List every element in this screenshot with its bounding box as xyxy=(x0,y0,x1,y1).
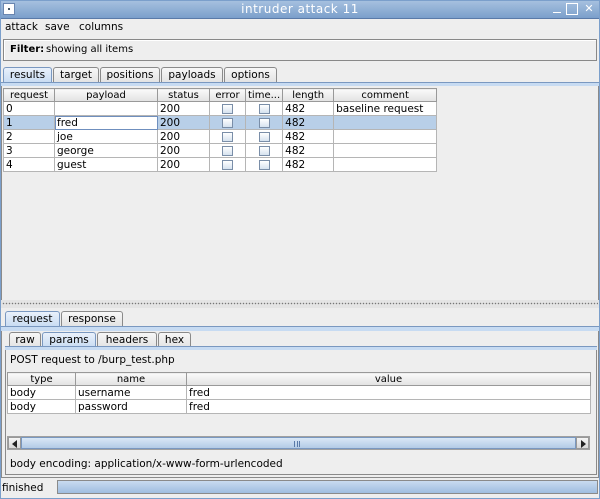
status-text: finished xyxy=(2,482,44,494)
cell-length: 482 xyxy=(282,129,335,144)
col-comment[interactable]: comment xyxy=(333,88,438,102)
window-title: intruder attack 11 xyxy=(241,2,359,16)
col-type[interactable]: type xyxy=(7,372,76,386)
cell-status: 200 xyxy=(157,157,210,172)
menu-attack[interactable]: attack xyxy=(5,21,38,33)
scroll-right-icon[interactable] xyxy=(576,437,589,449)
cell-payload: fred xyxy=(54,115,158,130)
tab-request[interactable]: request xyxy=(5,311,60,327)
tab-results[interactable]: results xyxy=(3,67,52,83)
timeout-checkbox[interactable] xyxy=(258,131,270,142)
param-name: password xyxy=(75,399,187,414)
cell-request: 4 xyxy=(3,157,55,172)
col-value[interactable]: value xyxy=(186,372,591,386)
cell-status: 200 xyxy=(157,143,210,158)
cell-payload: george xyxy=(54,143,158,158)
maximize-icon[interactable] xyxy=(566,3,578,15)
cell-payload xyxy=(54,101,158,116)
close-icon[interactable]: ✕ xyxy=(582,2,596,16)
table-row[interactable]: body password fred xyxy=(7,399,591,414)
cell-length: 482 xyxy=(282,115,335,130)
param-value[interactable]: fred xyxy=(186,399,591,414)
table-row[interactable]: 0 200 482 baseline request xyxy=(3,101,438,116)
status-bar: finished xyxy=(0,478,600,499)
col-payload[interactable]: payload xyxy=(54,88,158,102)
table-row-selected[interactable]: 1 fred 200 482 xyxy=(3,115,438,130)
param-type: body xyxy=(7,399,76,414)
param-type: body xyxy=(7,385,76,400)
timeout-checkbox[interactable] xyxy=(258,117,270,128)
cell-length: 482 xyxy=(282,157,335,172)
cell-request: 2 xyxy=(3,129,55,144)
params-table: type name value body username fred body … xyxy=(7,372,591,414)
cell-request: 1 xyxy=(3,115,55,130)
tab-target[interactable]: target xyxy=(53,67,99,83)
params-tab-band xyxy=(5,346,597,350)
filter-label: Filter: xyxy=(10,44,45,55)
cell-comment xyxy=(333,143,438,158)
cell-request: 3 xyxy=(3,143,55,158)
cell-length: 482 xyxy=(282,101,335,116)
col-error[interactable]: error xyxy=(209,88,246,102)
table-row[interactable]: 4 guest 200 482 xyxy=(3,157,438,172)
cell-comment: baseline request xyxy=(333,101,438,116)
error-checkbox[interactable] xyxy=(222,103,233,114)
detail-tab-band xyxy=(1,326,599,331)
error-checkbox[interactable] xyxy=(222,131,233,142)
menu-columns[interactable]: columns xyxy=(79,21,123,33)
timeout-checkbox[interactable] xyxy=(258,159,270,170)
filter-bar[interactable]: Filter: showing all items xyxy=(3,39,597,61)
cell-payload: guest xyxy=(54,157,158,172)
progress-bar xyxy=(57,480,598,494)
tab-positions[interactable]: positions xyxy=(100,67,160,83)
tab-response[interactable]: response xyxy=(61,311,123,327)
results-table: request payload status error time... len… xyxy=(3,88,438,172)
tab-options[interactable]: options xyxy=(224,67,277,83)
table-row[interactable]: body username fred xyxy=(7,385,591,400)
cell-request: 0 xyxy=(3,101,55,116)
cell-status: 200 xyxy=(157,101,210,116)
splitter-grip-icon xyxy=(2,302,598,305)
body-encoding: body encoding: application/x-www-form-ur… xyxy=(10,458,283,470)
request-summary: POST request to /burp_test.php xyxy=(10,354,175,366)
param-name: username xyxy=(75,385,187,400)
tab-payloads[interactable]: payloads xyxy=(161,67,223,83)
scroll-thumb[interactable] xyxy=(21,437,576,449)
cell-comment xyxy=(333,129,438,144)
timeout-checkbox[interactable] xyxy=(258,145,270,156)
scroll-left-icon[interactable] xyxy=(8,437,21,449)
cell-payload: joe xyxy=(54,129,158,144)
split-pane-divider[interactable] xyxy=(0,300,600,308)
timeout-checkbox[interactable] xyxy=(258,103,270,114)
horizontal-scrollbar[interactable] xyxy=(7,436,590,450)
results-tab-band xyxy=(1,82,599,86)
param-value[interactable]: fred xyxy=(186,385,591,400)
error-checkbox[interactable] xyxy=(222,117,233,128)
table-row[interactable]: 3 george 200 482 xyxy=(3,143,438,158)
cell-length: 482 xyxy=(282,143,335,158)
col-length[interactable]: length xyxy=(282,88,335,102)
cell-comment xyxy=(333,157,438,172)
cell-status: 200 xyxy=(157,115,210,130)
col-timeout[interactable]: time... xyxy=(244,88,284,102)
filter-text: showing all items xyxy=(46,44,134,55)
cell-status: 200 xyxy=(157,129,210,144)
error-checkbox[interactable] xyxy=(222,145,233,156)
col-name[interactable]: name xyxy=(75,372,187,386)
col-status[interactable]: status xyxy=(157,88,210,102)
grip-icon xyxy=(294,441,300,447)
title-bar: intruder attack 11 ✕ xyxy=(0,0,600,19)
minimize-icon[interactable] xyxy=(550,2,564,16)
menu-save[interactable]: save xyxy=(45,21,70,33)
table-row[interactable]: 2 joe 200 482 xyxy=(3,129,438,144)
error-checkbox[interactable] xyxy=(222,159,233,170)
col-request[interactable]: request xyxy=(3,88,55,102)
menu-bar: attack save columns xyxy=(0,19,600,37)
cell-comment xyxy=(333,115,438,130)
